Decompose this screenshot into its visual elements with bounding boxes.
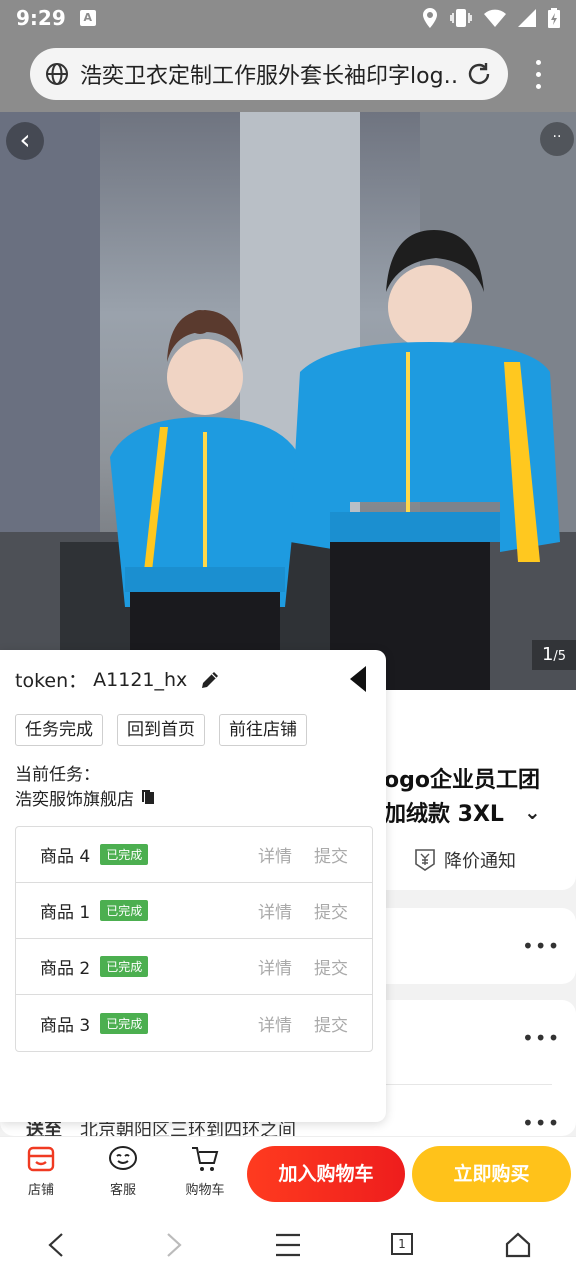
task-row: 商品 1 已完成 详情 提交 bbox=[16, 883, 372, 939]
task-panel: token： A1121_hx 任务完成 回到首页 前往店铺 当前任务： 浩奕服… bbox=[0, 650, 386, 1122]
address-bar[interactable]: 浩奕卫衣定制工作服外套长袖印字log… bbox=[30, 48, 508, 100]
price-notify-label: 降价通知 bbox=[444, 851, 516, 872]
token-row: token： A1121_hx bbox=[15, 666, 221, 693]
task-complete-button[interactable]: 任务完成 bbox=[15, 714, 103, 746]
browser-toolbar: 浩奕卫衣定制工作服外套长袖印字log… bbox=[0, 36, 576, 112]
nav-back-icon[interactable] bbox=[46, 1232, 66, 1258]
image-index-current: 1 bbox=[541, 644, 554, 665]
cart-icon bbox=[192, 1147, 219, 1171]
status-badge: 已完成 bbox=[100, 900, 149, 921]
token-label: token： bbox=[15, 670, 88, 692]
image-index: 1/5 bbox=[532, 640, 576, 670]
back-icon[interactable]: ‹ bbox=[6, 122, 44, 160]
shop-tab[interactable]: 店铺 bbox=[11, 1145, 71, 1198]
buy-now-button[interactable]: 立即购买 bbox=[412, 1146, 571, 1202]
task-submit-link[interactable]: 提交 bbox=[314, 954, 348, 979]
system-nav-bar: 1 bbox=[0, 1210, 576, 1280]
status-time: 9:29 bbox=[16, 6, 66, 30]
service-label: 客服 bbox=[109, 1183, 136, 1198]
status-badge: 已完成 bbox=[100, 844, 149, 865]
back-home-button[interactable]: 回到首页 bbox=[117, 714, 205, 746]
notification-a-icon: A bbox=[79, 10, 96, 26]
signal-icon bbox=[518, 9, 536, 27]
image-index-total: /5 bbox=[553, 649, 567, 664]
shop-label: 店铺 bbox=[27, 1183, 54, 1198]
more-dots-icon[interactable]: ••• bbox=[522, 1111, 560, 1135]
task-submit-link[interactable]: 提交 bbox=[314, 1011, 348, 1036]
cart-tab[interactable]: 购物车 bbox=[175, 1145, 235, 1198]
more-dots-icon[interactable]: ••• bbox=[522, 934, 560, 958]
status-badge: 已完成 bbox=[100, 956, 149, 977]
more-dots-icon[interactable]: ••• bbox=[522, 1026, 560, 1050]
token-value: A1121_hx bbox=[93, 668, 188, 691]
task-detail-link[interactable]: 详情 bbox=[258, 842, 292, 867]
copy-icon[interactable] bbox=[140, 789, 158, 807]
nav-forward-icon[interactable] bbox=[164, 1232, 184, 1258]
customer-service-icon bbox=[109, 1146, 137, 1170]
more-icon[interactable]: ·· bbox=[540, 122, 574, 156]
reload-icon[interactable] bbox=[464, 59, 494, 89]
nav-home-icon[interactable] bbox=[505, 1232, 531, 1258]
tabs-icon[interactable]: 1 bbox=[391, 1233, 413, 1255]
shop-name: 浩奕服饰旗舰店 bbox=[15, 790, 134, 810]
task-detail-link[interactable]: 详情 bbox=[258, 954, 292, 979]
status-badge: 已完成 bbox=[100, 1012, 149, 1034]
task-name: 商品 2 bbox=[40, 959, 91, 979]
price-tag-icon bbox=[415, 849, 435, 871]
current-task-shop: 浩奕服饰旗舰店 bbox=[15, 785, 158, 810]
status-bar: 9:29 A bbox=[0, 0, 576, 36]
current-task-label: 当前任务： bbox=[15, 765, 100, 785]
panel-button-row: 任务完成 回到首页 前往店铺 bbox=[15, 714, 307, 746]
price-notify-button[interactable]: 降价通知 bbox=[414, 847, 516, 873]
task-name: 商品 4 bbox=[40, 847, 91, 867]
service-tab[interactable]: 客服 bbox=[93, 1145, 153, 1198]
task-name: 商品 1 bbox=[40, 903, 91, 923]
url-text[interactable]: 浩奕卫衣定制工作服外套长袖印字log… bbox=[80, 58, 456, 90]
task-row: 商品 4 已完成 详情 提交 bbox=[16, 827, 372, 883]
status-icons bbox=[422, 8, 560, 28]
add-to-cart-button[interactable]: 加入购物车 bbox=[247, 1146, 405, 1202]
vibrate-icon bbox=[450, 9, 472, 27]
task-row: 商品 2 已完成 详情 提交 bbox=[16, 939, 372, 995]
go-to-shop-button[interactable]: 前往店铺 bbox=[219, 714, 307, 746]
wifi-icon bbox=[484, 9, 506, 27]
action-bar: 店铺 客服 购物车 加入购物车 立即购买 bbox=[0, 1136, 576, 1210]
product-image[interactable]: ‹ ·· 1/5 bbox=[0, 112, 576, 690]
task-name: 商品 3 bbox=[40, 1015, 91, 1036]
globe-icon bbox=[46, 63, 68, 85]
battery-icon bbox=[548, 8, 560, 28]
divider bbox=[384, 1084, 552, 1085]
cart-label: 购物车 bbox=[185, 1183, 225, 1198]
product-photo-illustration bbox=[0, 112, 576, 690]
collapse-left-icon[interactable] bbox=[350, 666, 366, 692]
shop-icon bbox=[27, 1146, 55, 1172]
task-detail-link[interactable]: 详情 bbox=[258, 898, 292, 923]
task-submit-link[interactable]: 提交 bbox=[314, 842, 348, 867]
chevron-down-icon[interactable]: ⌄ bbox=[524, 800, 541, 824]
location-icon bbox=[423, 8, 437, 28]
task-row: 商品 3 已完成 详情 提交 bbox=[16, 995, 372, 1051]
task-submit-link[interactable]: 提交 bbox=[314, 898, 348, 923]
task-table: 商品 4 已完成 详情 提交 商品 1 已完成 详情 提交 商品 2 已完成 详… bbox=[15, 826, 373, 1052]
nav-menu-icon[interactable] bbox=[275, 1232, 301, 1258]
task-detail-link[interactable]: 详情 bbox=[258, 1011, 292, 1036]
overflow-menu-icon[interactable] bbox=[526, 56, 550, 92]
pencil-icon[interactable] bbox=[199, 669, 221, 691]
